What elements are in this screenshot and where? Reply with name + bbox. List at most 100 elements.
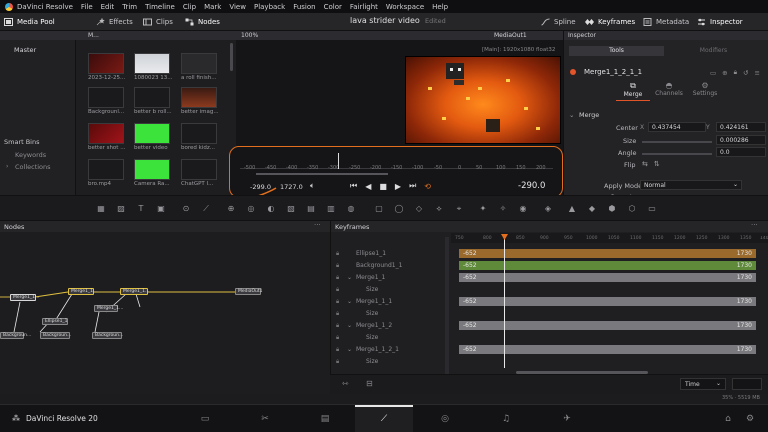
lock-icon[interactable]: 🔒︎ <box>336 346 339 354</box>
kf-param-name[interactable]: Size <box>366 334 378 341</box>
menu-help[interactable]: Help <box>432 3 448 11</box>
lock-icon[interactable]: 🔒︎ <box>336 310 339 318</box>
more-options-icon[interactable]: ··· <box>751 221 758 229</box>
clip-thumbnail[interactable] <box>88 87 124 108</box>
node-merge[interactable]: Merge1_1... <box>68 288 97 295</box>
transform-tool-icon[interactable]: ▤ <box>306 204 316 213</box>
play-icon[interactable]: ▶︎ <box>395 182 401 191</box>
home-icon[interactable]: ⌂ <box>722 413 734 425</box>
volume-icon[interactable]: 🔈︎ <box>310 181 315 191</box>
polygon-mask-icon[interactable]: ◇ <box>414 204 424 213</box>
play-reverse-icon[interactable]: ◀︎ <box>365 182 371 191</box>
menu-clip[interactable]: Clip <box>183 3 196 11</box>
menu-fusion[interactable]: Fusion <box>293 3 315 11</box>
metadata-button[interactable]: Metadata <box>643 13 689 31</box>
edit-page-icon[interactable]: ▤ <box>319 413 331 425</box>
center-x-field[interactable]: 0.437454 <box>648 122 706 132</box>
tab-tools[interactable]: Tools <box>569 46 664 56</box>
kf-track-name[interactable]: Merge1_1_1 <box>356 298 392 305</box>
kf-param-name[interactable]: Size <box>366 310 378 317</box>
node-merge[interactable]: Merge1_1... <box>120 288 149 295</box>
background-tool-icon[interactable]: ▦ <box>96 204 106 213</box>
loop-icon[interactable]: ⟲ <box>424 182 431 191</box>
project-settings-icon[interactable]: ⚙︎ <box>744 413 756 425</box>
node-background[interactable]: Backgroun... <box>0 332 31 339</box>
lock-icon[interactable]: 🔒︎ <box>336 286 339 294</box>
clips-button[interactable]: Clips <box>143 13 173 31</box>
merge-tool-icon[interactable]: ⊕ <box>226 204 236 213</box>
shape-3d-icon[interactable]: ◈ <box>543 204 553 213</box>
ellipse-mask-icon[interactable]: ◯ <box>394 204 404 213</box>
channel-booleans-icon[interactable]: ◎ <box>246 204 256 213</box>
clip-thumbnail[interactable] <box>134 87 170 108</box>
chevron-down-icon[interactable]: ⌄ <box>347 274 352 281</box>
sort-menu[interactable]: M... <box>88 32 99 39</box>
ruler-playhead[interactable] <box>338 153 339 169</box>
reset-icon[interactable]: ↺ <box>743 69 748 77</box>
keyframes-button[interactable]: Keyframes <box>585 13 635 31</box>
lock-icon[interactable]: 🔒︎ <box>336 274 339 282</box>
lock-icon[interactable]: 🔒︎ <box>336 358 339 366</box>
apply-mode-dropdown[interactable]: Normal ⌄ <box>640 180 742 190</box>
go-to-end-icon[interactable]: ⏭︎ <box>409 181 416 191</box>
viewer-canvas[interactable] <box>405 56 561 144</box>
loader-tool-icon[interactable]: ⊙ <box>181 204 191 213</box>
versions-icon[interactable]: ▭ <box>710 69 716 77</box>
chevron-down-icon[interactable]: ⌄ <box>569 111 574 119</box>
subtab-settings[interactable]: ⚙︎ Settings <box>688 81 722 101</box>
menu-app-name[interactable]: DaVinci Resolve <box>17 3 73 11</box>
lock-icon[interactable]: 🔒︎ <box>336 262 339 270</box>
matte-control-icon[interactable]: ▧ <box>286 204 296 213</box>
kf-track-name[interactable]: Background1_1 <box>356 262 402 269</box>
kf-track-name[interactable]: Merge1_1_2_1 <box>356 346 399 353</box>
resize-tool-icon[interactable]: ▥ <box>326 204 336 213</box>
tracker-tool-icon[interactable]: ⌖ <box>454 204 464 213</box>
node-ellipse[interactable]: Ellipse1_1 <box>42 318 68 325</box>
time-mode-dropdown[interactable]: Time ⌄ <box>680 378 726 390</box>
bin-master[interactable]: Master <box>14 46 36 54</box>
time-value-field[interactable] <box>732 378 762 390</box>
blur-tool-icon[interactable]: ◍ <box>346 204 356 213</box>
clip-thumbnail[interactable] <box>181 87 217 108</box>
effects-button[interactable]: Effects <box>96 13 133 31</box>
menu-trim[interactable]: Trim <box>122 3 137 11</box>
chevron-down-icon[interactable]: ⌄ <box>347 298 352 305</box>
inspector-button[interactable]: Inspector <box>697 13 743 31</box>
kf-track-name[interactable]: Merge1_1 <box>356 274 385 281</box>
subtab-channels[interactable]: ◓ Channels <box>652 81 686 101</box>
clip-thumbnail[interactable] <box>88 159 124 180</box>
keyframes-hscrollbar[interactable] <box>516 371 648 374</box>
spline-button[interactable]: Spline <box>541 13 576 31</box>
smart-bin-collections[interactable]: Collections <box>15 163 51 171</box>
angle-field[interactable]: 0.0 <box>716 147 766 157</box>
fairlight-page-icon[interactable]: ♫ <box>500 413 512 425</box>
menu-color[interactable]: Color <box>324 3 342 11</box>
menu-mark[interactable]: Mark <box>204 3 221 11</box>
media-page-icon[interactable]: ▭ <box>199 413 211 425</box>
size-field[interactable]: 0.000286 <box>716 135 766 145</box>
bspline-mask-icon[interactable]: ⟡ <box>434 204 444 213</box>
particle-render-icon[interactable]: ✧ <box>498 204 508 213</box>
lock-icon[interactable]: 🔒︎ <box>734 68 737 77</box>
merge-3d-icon[interactable]: ⬢ <box>607 204 617 213</box>
chevron-right-icon[interactable]: › <box>6 163 8 170</box>
clip-thumbnail[interactable] <box>134 159 170 180</box>
kf-param-name[interactable]: Size <box>366 286 378 293</box>
lock-icon[interactable]: 🔒︎ <box>336 322 339 330</box>
lock-icon[interactable]: 🔒︎ <box>336 250 339 258</box>
clip-thumbnail[interactable] <box>181 159 217 180</box>
cut-page-icon[interactable]: ✂︎ <box>259 413 271 425</box>
kf-param-name[interactable]: Size <box>366 358 378 365</box>
center-y-field[interactable]: 0.424161 <box>716 122 766 132</box>
size-slider[interactable] <box>642 141 712 143</box>
menu-timeline[interactable]: Timeline <box>145 3 175 11</box>
deliver-page-icon[interactable]: ✈︎ <box>561 413 573 425</box>
end-time-field[interactable]: 1727.0 <box>280 183 303 191</box>
nodes-button[interactable]: Nodes <box>185 13 220 31</box>
keyframes-splitter[interactable] <box>445 237 449 382</box>
clip-thumbnail[interactable] <box>88 123 124 144</box>
section-merge-heading[interactable]: Merge <box>579 111 599 119</box>
menu-fairlight[interactable]: Fairlight <box>350 3 378 11</box>
time-range-bar[interactable] <box>256 173 388 175</box>
viewer-time-ruler[interactable]: -500 -450 -400 -350 -300 -250 -200 -150 … <box>240 153 553 171</box>
